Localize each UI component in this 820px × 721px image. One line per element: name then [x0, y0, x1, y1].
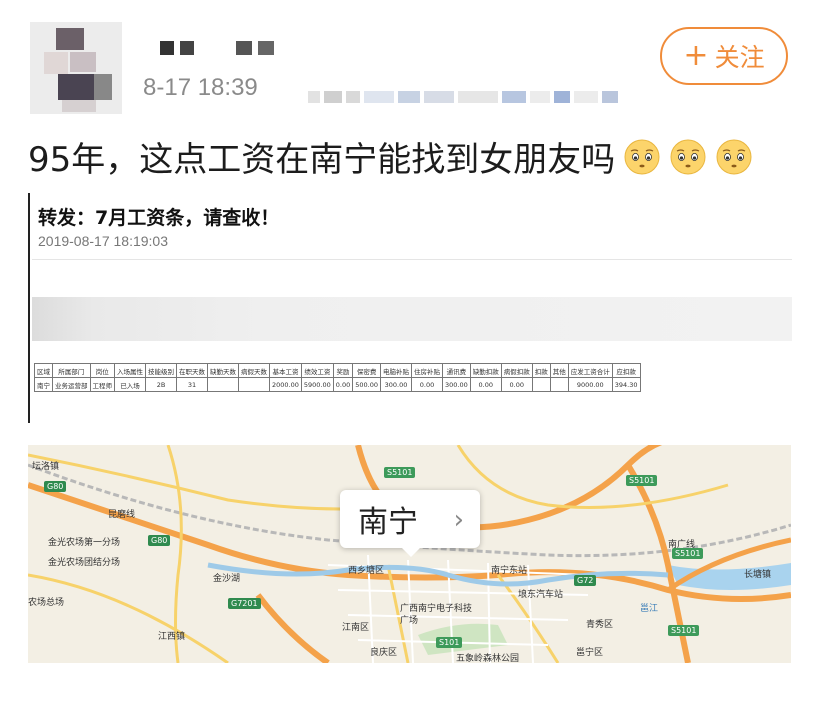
table-cell: 500.00: [352, 377, 382, 392]
table-header-cell: 绩效工资: [300, 363, 334, 378]
map-label: 坛洛镇: [32, 462, 60, 472]
table-cell: [207, 377, 239, 392]
table-cell: 0.00: [411, 377, 444, 392]
sad-face-emoji-icon: [624, 139, 660, 174]
table-cell: 0.00: [500, 377, 533, 392]
table-cell: 0.00: [332, 377, 354, 392]
map-label: 昆磨线: [108, 510, 136, 520]
highway-shield: G7201: [228, 598, 261, 609]
highway-shield: S5101: [672, 548, 704, 559]
table-header-cell: 病假天数: [238, 363, 270, 378]
table-cell: 300.00: [380, 377, 413, 392]
table-cell: [549, 377, 569, 392]
payslip-image[interactable]: 转发：7月工资条，请查收！ 2019-08-17 18:19:03 区域 所属部门…: [28, 193, 793, 425]
table-header-cell: 应扣款: [611, 363, 641, 378]
table-header-cell: 所属部门: [52, 363, 91, 378]
blurred-region: [32, 297, 792, 341]
table-header-cell: 入场属性: [114, 363, 146, 378]
table-header-cell: 技能级别: [145, 363, 177, 378]
map-label: 广西南宁电子科技广场: [400, 604, 473, 626]
map[interactable]: 坛洛镇 金光农场第一分场 金光农场团结分场 金沙湖 农场总场 江西镇 西乡塘区 …: [28, 445, 791, 663]
avatar[interactable]: [30, 22, 122, 114]
highway-shield: G72: [574, 575, 597, 586]
table-cell: 业务运营部: [52, 377, 91, 392]
table-header-cell: 缺勤扣款: [469, 363, 502, 378]
highway-shield: G80: [44, 481, 67, 492]
map-label: 江南区: [342, 623, 370, 633]
sad-face-emoji-icon: [670, 139, 706, 174]
plus-icon: +: [683, 38, 709, 73]
follow-button[interactable]: + 关注: [660, 27, 788, 85]
payslip-date: 2019-08-17 18:19:03: [38, 233, 168, 249]
table-cell: 2B: [145, 377, 177, 392]
city-name: 南宁: [358, 505, 418, 540]
post-text-row: 95年，这点工资在南宁能找到女朋友吗: [28, 132, 753, 181]
table-cell: 300.00: [442, 377, 471, 392]
payslip-title: 转发：7月工资条，请查收！: [38, 207, 280, 229]
table-cell: [238, 377, 270, 392]
table-row: 南宁 业务运营部 工程师 已入场 2B 31 2000.00 5900.00 0.00 500.0…: [34, 377, 641, 392]
salary-table: 区域 所属部门 岗位 入场属性 技能级别 在职天数 缺勤天数 病假天数 基本工资 绩效工资 奖励 保密…: [34, 363, 641, 392]
table-header-row: 区域 所属部门 岗位 入场属性 技能级别 在职天数 缺勤天数 病假天数 基本工资 绩效工资 奖励 保密…: [34, 363, 641, 378]
table-header-cell: 在职天数: [176, 363, 208, 378]
map-label: 金沙湖: [213, 574, 241, 584]
table-header-cell: 区域: [34, 363, 53, 378]
table-cell: 394.30: [611, 377, 641, 392]
table-header-cell: 奖励: [332, 363, 354, 378]
table-header-cell: 扣款: [531, 363, 551, 378]
table-header-cell: 电脑补贴: [380, 363, 413, 378]
post-text: 95年，这点工资在南宁能找到女朋友吗: [28, 140, 616, 180]
follow-label: 关注: [714, 43, 765, 72]
table-cell: [531, 377, 551, 392]
table-header-cell: 基本工资: [269, 363, 302, 378]
table-cell: 南宁: [34, 377, 53, 392]
sad-face-emoji-icon: [716, 139, 752, 174]
highway-shield: S101: [436, 637, 463, 648]
map-label: 长塘镇: [744, 570, 772, 580]
table-cell: 31: [176, 377, 208, 392]
map-label: 五象岭森林公园: [456, 654, 520, 663]
post-time: 8-17 18:39: [143, 74, 258, 101]
table-header-cell: 病假扣款: [500, 363, 533, 378]
highway-shield: S5101: [668, 625, 700, 636]
table-cell: 工程师: [89, 377, 115, 392]
map-label: 金光农场第一分场: [48, 538, 121, 548]
table-cell: 已入场: [114, 377, 146, 392]
chevron-right-icon: ›: [453, 505, 464, 535]
map-label: 埌东汽车站: [518, 590, 564, 600]
map-label: 江西镇: [158, 632, 186, 642]
table-header-cell: 住房补贴: [411, 363, 444, 378]
map-label: 邕宁区: [576, 648, 604, 658]
table-cell: 5900.00: [300, 377, 334, 392]
city-callout[interactable]: 南宁 ›: [340, 490, 480, 557]
table-header-cell: 其他: [549, 363, 569, 378]
table-header-cell: 保密费: [352, 363, 382, 378]
post-source-blurred: [308, 88, 622, 103]
divider: [28, 193, 30, 423]
table-header-cell: 通讯费: [442, 363, 471, 378]
table-cell: 9000.00: [567, 377, 613, 392]
table-cell: 2000.00: [269, 377, 302, 392]
map-label: 良庆区: [370, 648, 398, 658]
map-label: 邕江: [640, 604, 659, 614]
divider: [32, 259, 792, 260]
highway-shield: G80: [148, 535, 171, 546]
table-cell: 0.00: [469, 377, 502, 392]
table-header-cell: 缺勤天数: [207, 363, 239, 378]
table-header-cell: 岗位: [89, 363, 115, 378]
map-label: 青秀区: [586, 620, 614, 630]
map-label: 农场总场: [28, 598, 65, 608]
highway-shield: S5101: [626, 475, 658, 486]
map-label: 西乡塘区: [348, 566, 385, 576]
map-label: 金光农场团结分场: [48, 558, 121, 568]
map-label: 南宁东站: [491, 566, 528, 576]
username-blurred[interactable]: [160, 40, 290, 55]
highway-shield: S5101: [384, 467, 416, 478]
table-header-cell: 应发工资合计: [567, 363, 613, 378]
